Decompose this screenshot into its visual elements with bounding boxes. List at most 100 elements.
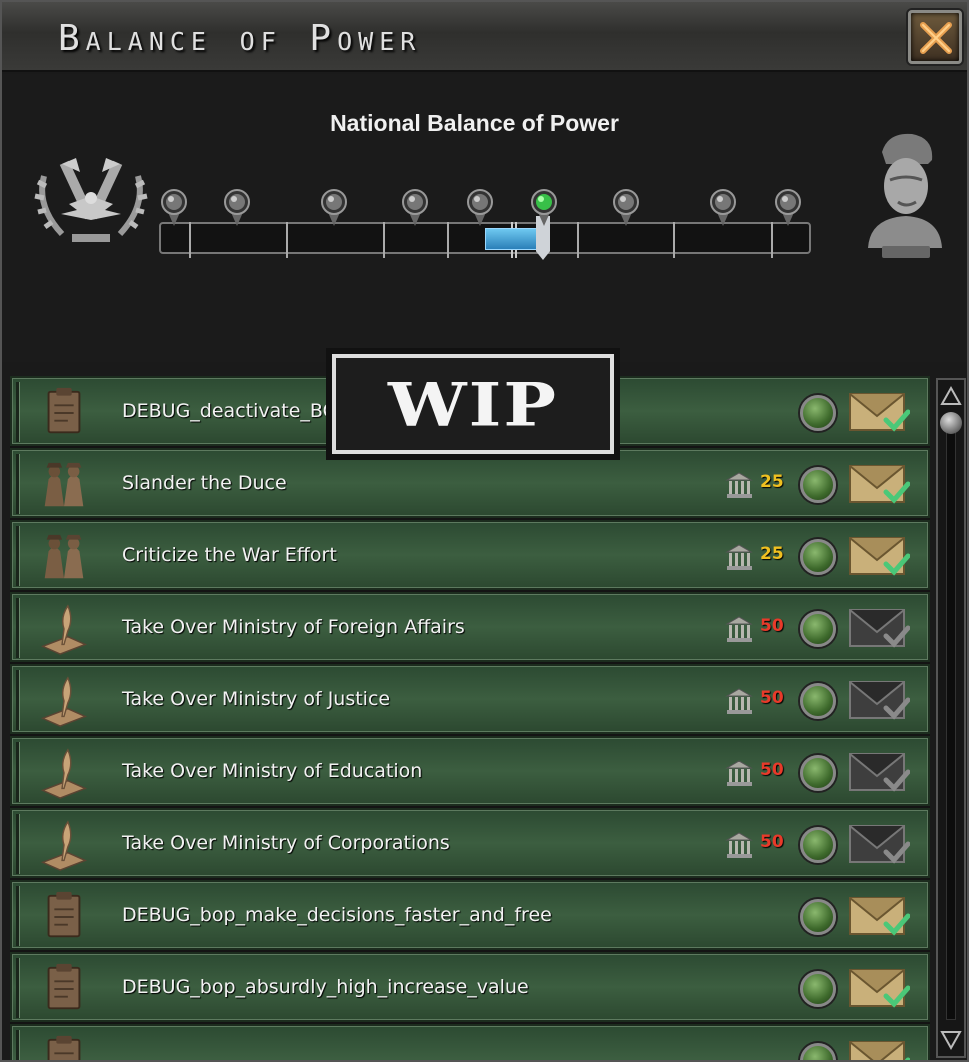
cost-value: 50 bbox=[760, 616, 784, 636]
quill-icon bbox=[40, 604, 88, 655]
quill-icon bbox=[40, 820, 88, 871]
decision-label: Criticize the War Effort bbox=[122, 544, 337, 566]
decision-label: Slander the Duce bbox=[122, 472, 287, 494]
take-decision-envelope-icon[interactable] bbox=[848, 678, 910, 724]
decision-status-indicator bbox=[800, 539, 836, 575]
take-decision-envelope-icon[interactable] bbox=[848, 606, 910, 652]
scroll-thumb[interactable] bbox=[940, 412, 962, 434]
range-pin-icon bbox=[467, 189, 493, 226]
decision-row[interactable]: DEBUG_bop_make_decisions_faster_and_free bbox=[10, 880, 930, 950]
political-power-icon bbox=[725, 544, 753, 570]
row-edge-bar bbox=[16, 742, 20, 802]
clipboard-icon bbox=[47, 387, 81, 434]
range-pin-icon bbox=[613, 189, 639, 226]
decision-label: Take Over Ministry of Foreign Affairs bbox=[122, 616, 465, 638]
wip-stamp: WIP bbox=[332, 354, 614, 454]
take-decision-envelope-icon[interactable] bbox=[848, 1038, 910, 1060]
row-edge-bar bbox=[16, 454, 20, 514]
decision-row[interactable]: Take Over Ministry of Justice 50 bbox=[10, 664, 930, 734]
political-power-cost: 25 bbox=[724, 542, 794, 572]
clipboard-icon bbox=[47, 1035, 81, 1060]
track-tick bbox=[189, 222, 191, 258]
clipboard-icon bbox=[47, 891, 81, 938]
track-tick bbox=[577, 222, 579, 258]
decision-row[interactable]: Take Over Ministry of Foreign Affairs 50 bbox=[10, 592, 930, 662]
decision-status-indicator bbox=[800, 899, 836, 935]
decision-row[interactable] bbox=[10, 1024, 930, 1060]
decision-status-indicator bbox=[800, 683, 836, 719]
quill-icon bbox=[40, 676, 88, 727]
row-edge-bar bbox=[16, 958, 20, 1018]
balance-of-power-window: Balance of Power National Balance of Pow… bbox=[0, 0, 969, 1062]
decision-list: DEBUG_deactivate_BOP Slander the Duce 25 Cr… bbox=[10, 376, 930, 1060]
duce-bust-portrait-icon bbox=[868, 133, 942, 258]
take-decision-envelope-icon[interactable] bbox=[848, 462, 910, 508]
bop-heading: National Balance of Power bbox=[330, 110, 619, 136]
take-decision-envelope-icon[interactable] bbox=[848, 894, 910, 940]
decision-status-indicator bbox=[800, 827, 836, 863]
agents-icon bbox=[44, 462, 84, 507]
close-button[interactable] bbox=[908, 10, 962, 64]
political-power-cost: 50 bbox=[724, 686, 794, 716]
decision-label: DEBUG_deactivate_BOP bbox=[122, 400, 350, 422]
political-power-cost: 50 bbox=[724, 758, 794, 788]
decision-row[interactable]: Criticize the War Effort 25 bbox=[10, 520, 930, 590]
cost-value: 50 bbox=[760, 688, 784, 708]
range-pin-icon bbox=[224, 189, 250, 226]
range-pin-icon bbox=[161, 189, 187, 226]
decision-status-indicator bbox=[800, 1043, 836, 1060]
track-tick bbox=[383, 222, 385, 258]
row-edge-bar bbox=[16, 598, 20, 658]
decision-status-indicator bbox=[800, 611, 836, 647]
title-bar: Balance of Power bbox=[2, 2, 967, 72]
track-tick bbox=[673, 222, 675, 258]
scroll-up-arrow-icon[interactable] bbox=[940, 384, 962, 408]
close-icon bbox=[920, 22, 952, 54]
decision-status-indicator bbox=[800, 755, 836, 791]
row-edge-bar bbox=[16, 670, 20, 730]
political-power-cost: 25 bbox=[724, 470, 794, 500]
wip-label: WIP bbox=[388, 368, 558, 440]
window-title: Balance of Power bbox=[58, 18, 422, 59]
clipboard-icon bbox=[47, 963, 81, 1010]
decision-label: Take Over Ministry of Justice bbox=[122, 688, 391, 710]
cost-value: 25 bbox=[760, 544, 784, 564]
scroll-track[interactable] bbox=[946, 414, 956, 1020]
take-decision-envelope-icon[interactable] bbox=[848, 750, 910, 796]
current-position-pin-icon bbox=[531, 189, 557, 226]
decision-label: DEBUG_bop_make_decisions_faster_and_free bbox=[122, 904, 552, 926]
quill-icon bbox=[40, 748, 88, 799]
cost-value: 50 bbox=[760, 760, 784, 780]
decision-row[interactable]: Take Over Ministry of Corporations 50 bbox=[10, 808, 930, 878]
take-decision-envelope-icon[interactable] bbox=[848, 534, 910, 580]
decision-row[interactable]: Slander the Duce 25 bbox=[10, 448, 930, 518]
row-edge-bar bbox=[16, 886, 20, 946]
range-pin-icon bbox=[402, 189, 428, 226]
row-edge-bar bbox=[16, 382, 20, 442]
decision-row[interactable]: DEBUG_bop_absurdly_high_increase_value bbox=[10, 952, 930, 1022]
take-decision-envelope-icon[interactable] bbox=[848, 966, 910, 1012]
row-edge-bar bbox=[16, 814, 20, 874]
decision-label: Take Over Ministry of Corporations bbox=[122, 832, 450, 854]
political-power-cost: 50 bbox=[724, 614, 794, 644]
fascist-eagle-emblem-icon bbox=[34, 158, 148, 242]
balance-of-power-panel: National Balance of Power WIP bbox=[2, 74, 967, 454]
range-pin-icon bbox=[321, 189, 347, 226]
political-power-icon bbox=[725, 472, 753, 498]
row-edge-bar bbox=[16, 1030, 20, 1060]
track-tick bbox=[447, 222, 449, 258]
take-decision-envelope-icon[interactable] bbox=[848, 390, 910, 436]
political-power-icon bbox=[725, 688, 753, 714]
bop-value-fill bbox=[485, 228, 541, 250]
decision-row[interactable]: Take Over Ministry of Education 50 bbox=[10, 736, 930, 806]
decision-scrollbar[interactable] bbox=[936, 378, 966, 1058]
cost-value: 50 bbox=[760, 832, 784, 852]
political-power-icon bbox=[725, 616, 753, 642]
take-decision-envelope-icon[interactable] bbox=[848, 822, 910, 868]
scroll-down-arrow-icon[interactable] bbox=[940, 1028, 962, 1052]
cost-value: 25 bbox=[760, 472, 784, 492]
political-power-cost: 50 bbox=[724, 830, 794, 860]
agents-icon bbox=[44, 534, 84, 579]
decision-label: DEBUG_bop_absurdly_high_increase_value bbox=[122, 976, 529, 998]
political-power-icon bbox=[725, 832, 753, 858]
